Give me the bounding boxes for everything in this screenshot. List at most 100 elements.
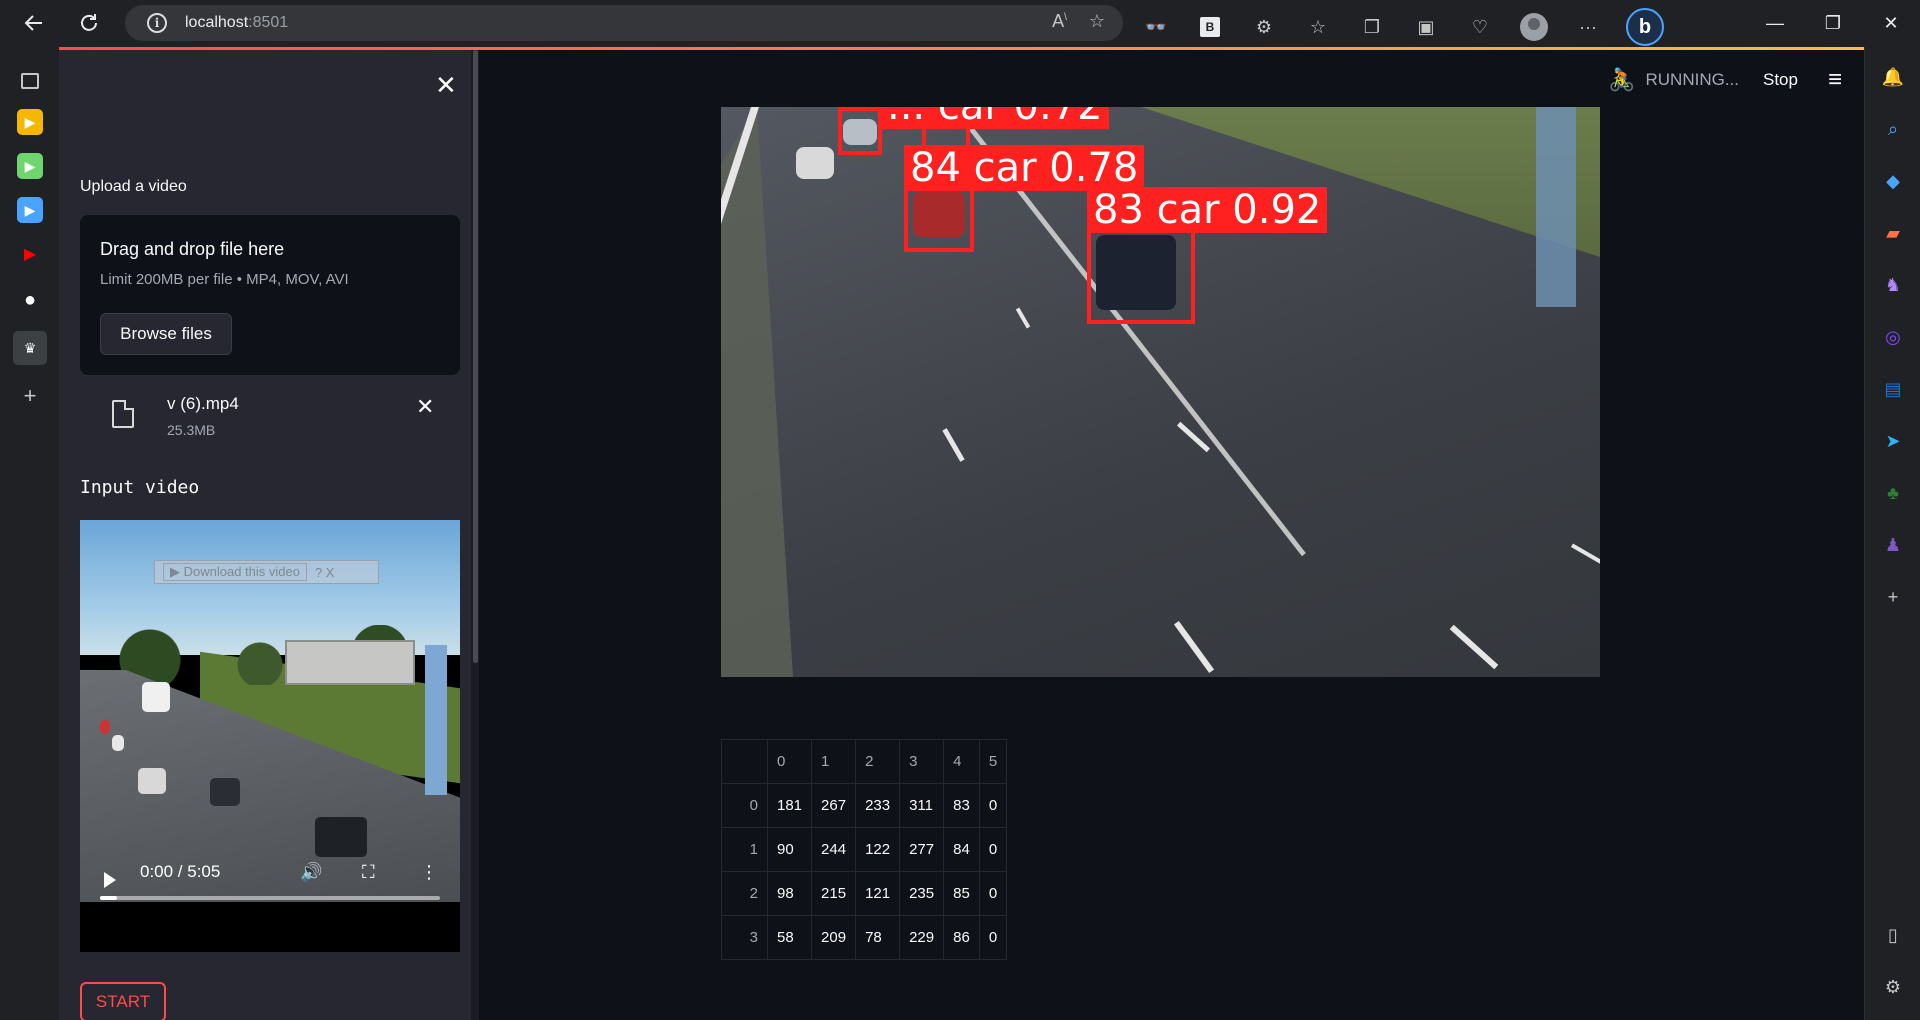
- table-row: 1 90 244 122 277 84 0: [721, 827, 1008, 872]
- table-cell[interactable]: 267: [811, 783, 857, 828]
- file-dropzone[interactable]: Drag and drop file here Limit 200MB per …: [80, 215, 460, 375]
- bing-icon[interactable]: b: [1626, 8, 1664, 46]
- read-aloud-icon[interactable]: A\: [1052, 11, 1067, 32]
- table-cell[interactable]: 121: [855, 871, 901, 916]
- add-sidebar-icon[interactable]: +: [1881, 585, 1905, 609]
- column-header[interactable]: 5: [978, 739, 1008, 784]
- column-header[interactable]: 0: [766, 739, 813, 784]
- info-icon[interactable]: i: [147, 13, 167, 33]
- table-cell[interactable]: 86: [943, 915, 980, 960]
- table-cell[interactable]: 209: [811, 915, 857, 960]
- column-header[interactable]: 2: [855, 739, 901, 784]
- detection-box: [904, 187, 974, 252]
- detection-label: 83 car 0.92: [1087, 187, 1328, 233]
- tab-media-icon[interactable]: ▶: [17, 153, 43, 179]
- tab-streamlit-icon[interactable]: ♛: [13, 331, 47, 365]
- table-cell[interactable]: 244: [811, 827, 857, 872]
- table-cell[interactable]: 85: [943, 871, 980, 916]
- running-icon: 🚴: [1608, 67, 1636, 92]
- notification-icon[interactable]: 🔔: [1881, 65, 1905, 89]
- table-cell[interactable]: 0: [978, 871, 1008, 916]
- tab-actions-icon[interactable]: [21, 73, 39, 89]
- address-bar[interactable]: i localhost:8501 A\ ☆: [125, 5, 1123, 41]
- sidebar: ✕ Upload a video Drag and drop file here…: [59, 50, 479, 1020]
- tab-youtube-icon[interactable]: ▶: [17, 241, 43, 267]
- table-row: 0 181 267 233 311 83 0: [721, 783, 1008, 828]
- detections-table[interactable]: 0 1 2 3 4 5 0 181 267 233 311 83 0 1 90 244 122 277 84 0 2 98…: [721, 739, 1008, 960]
- minimize-icon[interactable]: —: [1746, 0, 1804, 47]
- table-cell[interactable]: 181: [766, 783, 813, 828]
- table-cell[interactable]: 215: [811, 871, 857, 916]
- main-menu-icon[interactable]: ≡: [1828, 66, 1842, 94]
- search-icon[interactable]: ⌕: [1881, 117, 1905, 141]
- browser-essentials-icon[interactable]: ♡: [1464, 11, 1496, 43]
- table-cell[interactable]: 58: [766, 915, 813, 960]
- restore-icon[interactable]: ❐: [1804, 0, 1862, 47]
- table-cell[interactable]: 84: [943, 827, 980, 872]
- tools-icon[interactable]: ▰: [1881, 221, 1905, 245]
- table-cell[interactable]: 277: [899, 827, 945, 872]
- table-cell[interactable]: 0: [978, 915, 1008, 960]
- browse-files-button[interactable]: Browse files: [100, 313, 232, 355]
- sidebar-toggle-icon[interactable]: ▯: [1881, 923, 1905, 947]
- table-row: 3 58 209 78 229 86 0: [721, 915, 1008, 960]
- outlook-icon[interactable]: ▤: [1881, 377, 1905, 401]
- favorite-add-icon[interactable]: ☆: [1089, 11, 1105, 32]
- settings-icon[interactable]: ⚙: [1881, 975, 1905, 999]
- table-cell[interactable]: 311: [899, 783, 945, 828]
- back-icon[interactable]: [14, 3, 54, 43]
- shopping-icon[interactable]: ◆: [1881, 169, 1905, 193]
- puzzle-icon[interactable]: ⚙: [1248, 11, 1280, 43]
- tab-player-icon[interactable]: ▶: [17, 197, 43, 223]
- start-button[interactable]: START: [80, 982, 166, 1020]
- table-cell[interactable]: 229: [899, 915, 945, 960]
- new-tab-icon[interactable]: +: [17, 383, 43, 409]
- app-header: 🚴 RUNNING... Stop ≡: [1608, 57, 1864, 103]
- stop-button[interactable]: Stop: [1763, 70, 1798, 90]
- table-cell[interactable]: 233: [855, 783, 901, 828]
- tab-youtube-music-icon[interactable]: ▶: [17, 109, 43, 135]
- row-index: 3: [721, 915, 768, 960]
- send-icon[interactable]: ➤: [1881, 429, 1905, 453]
- designer-icon[interactable]: ♟: [1881, 533, 1905, 557]
- close-icon[interactable]: ✕: [1862, 0, 1920, 47]
- collections-icon[interactable]: ❐: [1356, 11, 1388, 43]
- table-cell[interactable]: 0: [978, 783, 1008, 828]
- profile-icon[interactable]: [1518, 11, 1550, 43]
- detection-box: [1087, 229, 1195, 324]
- more-icon[interactable]: ···: [1572, 11, 1604, 43]
- play-icon[interactable]: [104, 872, 116, 888]
- table-cell[interactable]: 122: [855, 827, 901, 872]
- b-extension-icon[interactable]: B: [1194, 11, 1226, 43]
- edge-sidebar: 🔔 ⌕ ◆ ▰ ♞ ◎ ▤ ➤ ♣ ♟ + ▯ ⚙: [1864, 47, 1920, 1020]
- remove-file-icon[interactable]: ✕: [416, 394, 434, 420]
- table-cell[interactable]: 98: [766, 871, 813, 916]
- sidebar-scroll-thumb[interactable]: [473, 50, 478, 663]
- table-cell[interactable]: 90: [766, 827, 813, 872]
- input-video-player[interactable]: 0:00 / 5:05 🔊 ⛶ ⋮: [80, 520, 460, 952]
- column-header[interactable]: 3: [899, 739, 945, 784]
- tree-icon[interactable]: ♣: [1881, 481, 1905, 505]
- video-progress-bar[interactable]: [100, 896, 440, 900]
- table-cell[interactable]: 235: [899, 871, 945, 916]
- reload-icon[interactable]: [69, 3, 109, 43]
- table-cell[interactable]: 83: [943, 783, 980, 828]
- favorites-icon[interactable]: ☆: [1302, 11, 1334, 43]
- video-more-icon[interactable]: ⋮: [420, 862, 438, 883]
- table-cell[interactable]: 78: [855, 915, 901, 960]
- games-icon[interactable]: ♞: [1881, 273, 1905, 297]
- column-header[interactable]: 1: [811, 739, 857, 784]
- file-size: 25.3MB: [167, 422, 216, 438]
- math-solver-icon[interactable]: ▣: [1410, 11, 1442, 43]
- tab-circle-icon[interactable]: ●: [17, 287, 43, 313]
- volume-icon[interactable]: 🔊: [300, 862, 322, 883]
- download-video-overlay[interactable]: ▶ Download this video ? X: [154, 560, 379, 584]
- table-cell[interactable]: 0: [978, 827, 1008, 872]
- fullscreen-icon[interactable]: ⛶: [362, 862, 375, 883]
- column-header[interactable]: 4: [943, 739, 980, 784]
- extension-icon[interactable]: 👓: [1140, 11, 1172, 43]
- copilot-icon[interactable]: ◎: [1881, 325, 1905, 349]
- detection-label: 84 car 0.78: [904, 145, 1145, 191]
- column-header[interactable]: [721, 739, 768, 784]
- close-sidebar-icon[interactable]: ✕: [435, 72, 457, 98]
